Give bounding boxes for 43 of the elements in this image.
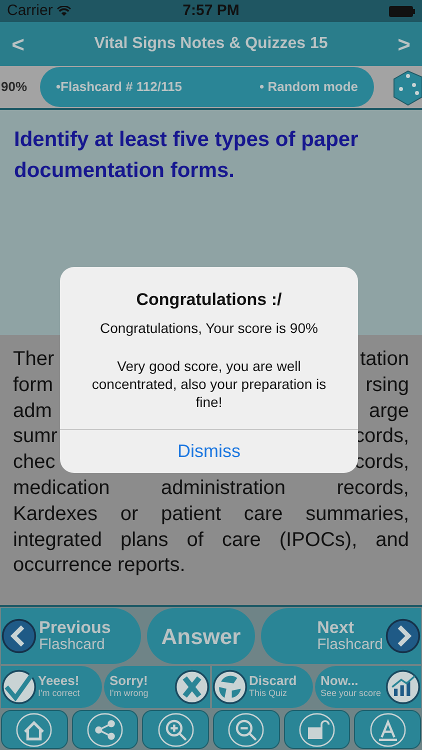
score-button[interactable]: Now... See your score — [314, 666, 421, 708]
status-time: 7:57 PM — [182, 0, 240, 21]
dice-icon[interactable] — [392, 68, 422, 106]
next-flashcard-button[interactable]: Next Flashcard — [261, 608, 421, 664]
nav-title: Vital Signs Notes & Quizzes 15 — [94, 34, 328, 54]
answer-fragment: sumr — [13, 424, 58, 450]
answer-line: medication administration records, — [13, 476, 409, 501]
toolbar-button[interactable] — [142, 710, 210, 749]
score-button[interactable]: Sorry! I'm wrong — [104, 666, 210, 708]
question-text: Identify at least five types of paper documentation forms. — [14, 127, 360, 184]
answer-fragment: chec — [13, 450, 56, 476]
answer-fragment: rsing — [366, 372, 409, 398]
toolbar-button[interactable] — [354, 710, 422, 749]
score-button[interactable]: Yeees! I'm correct — [1, 666, 102, 708]
answer-fragment: Ther — [13, 347, 54, 372]
check-icon — [1, 669, 37, 705]
alert-detail: Very good score, you are well concentrated, also your preparation is fine! — [90, 356, 328, 410]
chart-icon — [385, 669, 421, 705]
alert-message: Congratulations, Your score is 90% — [99, 318, 319, 336]
wifi-icon — [56, 6, 71, 16]
random-mode-label: • Random mode — [260, 78, 358, 96]
answer-line: integrated plans of care (IPOCs), and — [13, 528, 409, 553]
back-button[interactable]: < — [8, 28, 28, 60]
carrier-label: Carrier — [7, 0, 53, 21]
answer-fragment: tation — [360, 347, 409, 372]
flashcard-counter: •Flashcard # 112/115 — [56, 78, 182, 96]
toolbar-button[interactable] — [1, 710, 68, 749]
previous-flashcard-button[interactable]: Previous Flashcard — [1, 608, 141, 664]
answer-fragment: adm — [13, 398, 52, 424]
alert-title: Congratulations :/ — [135, 289, 283, 311]
score-button[interactable]: Discard This Quiz — [212, 666, 312, 708]
cross-icon — [174, 669, 210, 705]
answer-line: Kardexes or patient care summaries, — [13, 502, 409, 527]
answer-fragment: form — [13, 372, 53, 398]
toolbar-button[interactable] — [213, 710, 280, 749]
answer-line: occurrence reports. — [13, 553, 186, 578]
toolbar-button[interactable] — [284, 710, 350, 749]
score-percent: 90% — [0, 78, 28, 96]
forward-button[interactable]: > — [394, 28, 414, 60]
answer-fragment: arge — [368, 398, 409, 424]
battery-icon — [389, 6, 415, 16]
toolbar-button[interactable] — [72, 710, 138, 749]
answer-button[interactable]: Answer — [147, 608, 255, 664]
